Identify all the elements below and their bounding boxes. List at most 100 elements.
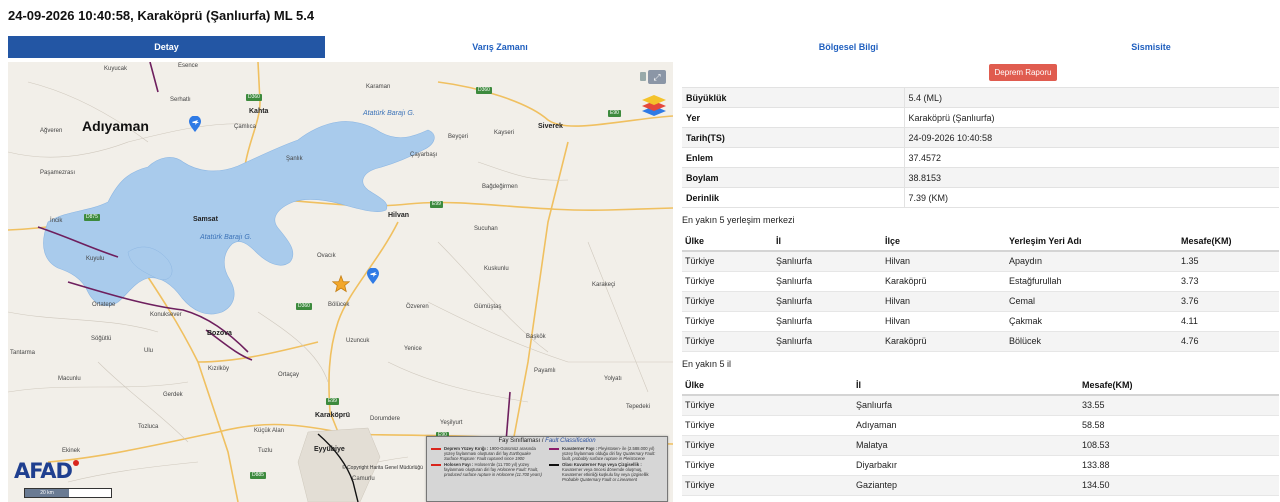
column-header: Ülke xyxy=(682,231,773,252)
road-shield: E99 xyxy=(326,398,339,405)
scale-bar: 20 km xyxy=(24,488,112,498)
map-label-kayseri: Kayseri xyxy=(494,130,515,136)
map-label-camlica: Çamlıca xyxy=(234,124,257,130)
map-label-sanlik: Şanlık xyxy=(286,156,303,162)
map-label-ulu: Ulu xyxy=(144,348,154,354)
detail-key: Yer xyxy=(682,107,904,128)
map-label-dorumdere: Dorumdere xyxy=(370,416,401,422)
nearest-settlements-title: En yakın 5 yerleşim merkezi xyxy=(682,215,795,225)
map-label-karaman: Karaman xyxy=(366,84,391,90)
column-header: Mesafe(KM) xyxy=(1178,231,1279,252)
column-header: İl xyxy=(853,375,1079,396)
table-row: Türkiye Malatya 108.53 xyxy=(682,435,1279,456)
cell: Gaziantep xyxy=(853,475,1079,496)
map-label-tozluca: Tozluca xyxy=(138,424,159,430)
detail-key: Tarih(TS) xyxy=(682,127,904,148)
map-label-ozveren: Özveren xyxy=(406,304,429,310)
table-row: Türkiye Gaziantep 134.50 xyxy=(682,475,1279,496)
cell: 133.88 xyxy=(1079,455,1279,476)
earthquake-map[interactable]: Adıyaman Kahta Samsat Hilvan Siverek Boz… xyxy=(8,62,673,502)
legend-item: Kuvaterner Fayı : Pleyistosen- ile (2.58… xyxy=(549,446,663,461)
detail-key: Büyüklük xyxy=(682,87,904,108)
earthquake-details-table: Büyüklük 5.4 (ML) Yer Karaköprü (Şanlıurfa… xyxy=(682,87,1279,208)
cell: Hilvan xyxy=(882,291,1006,312)
cell: Malatya xyxy=(853,435,1079,456)
map-label-beyceri: Beyçeri xyxy=(448,134,469,140)
map-label-tepedeki: Tepedeki xyxy=(626,404,651,410)
map-label-incik: İncik xyxy=(50,218,63,224)
map-label-karakopru: Karaköprü xyxy=(315,412,351,419)
map-label-yenice: Yenice xyxy=(404,346,422,352)
cell: Türkiye xyxy=(682,311,773,332)
road-shield: E90 xyxy=(608,110,621,117)
map-label-kucukalan: Küçük Alan xyxy=(254,428,285,434)
cell: Türkiye xyxy=(682,455,853,476)
cell: 3.76 xyxy=(1178,291,1279,312)
detail-row: Enlem 37.4572 xyxy=(682,147,1279,168)
map-label-uzuncuk: Uzuncuk xyxy=(346,338,370,344)
road-shield: D875 xyxy=(84,214,100,221)
table-row: Türkiye Şanlıurfa Hilvan Çakmak 4.11 xyxy=(682,311,1279,332)
afad-logo: AFAD xyxy=(14,459,79,483)
tab-bolgesel-bilgi[interactable]: Bölgesel Bilgi xyxy=(675,36,1022,58)
map-label-ortatepe: Ortatepe xyxy=(92,302,116,308)
nearest-provinces-title: En yakın 5 il xyxy=(682,359,732,369)
column-header: İlçe xyxy=(882,231,1006,252)
page-title: 24-09-2026 10:40:58, Karaköprü (Şanlıurf… xyxy=(8,8,315,23)
table-row: Türkiye Şanlıurfa Karaköprü Estağfurullah 3.… xyxy=(682,271,1279,292)
tab-detay[interactable]: Detay xyxy=(8,36,325,58)
cell: 134.50 xyxy=(1079,475,1279,496)
detail-row: Derinlik 7.39 (KM) xyxy=(682,187,1279,208)
cell: Şanlıurfa xyxy=(773,331,882,352)
detail-row: Yer Karaköprü (Şanlıurfa) xyxy=(682,107,1279,128)
table-row: Türkiye Şanlıurfa Hilvan Cemal 3.76 xyxy=(682,291,1279,312)
cell: Türkiye xyxy=(682,251,773,272)
earthquake-report-button[interactable]: Deprem Raporu xyxy=(989,64,1057,81)
cell: Hilvan xyxy=(882,311,1006,332)
map-label-bolucek: Bölücek xyxy=(328,302,350,308)
table-row: Türkiye Diyarbakır 133.88 xyxy=(682,455,1279,476)
minimize-control[interactable] xyxy=(640,72,646,81)
epicenter-star-icon[interactable] xyxy=(332,275,350,293)
map-label-tantarma: Tantarma xyxy=(10,350,36,356)
tab-bar: Detay Varış Zamanı Bölgesel Bilgi Sismis… xyxy=(8,36,1280,58)
cell: Hilvan xyxy=(882,251,1006,272)
cell: Adıyaman xyxy=(853,415,1079,436)
layers-icon[interactable] xyxy=(641,92,667,118)
table-row: Türkiye Adıyaman 58.58 xyxy=(682,415,1279,436)
map-label-eyyubiye: Eyyübiye xyxy=(314,446,345,453)
cell: 58.58 xyxy=(1079,415,1279,436)
column-header: İl xyxy=(773,231,882,252)
detail-key: Derinlik xyxy=(682,187,904,208)
cell: Türkiye xyxy=(682,415,853,436)
cell: Cemal xyxy=(1006,291,1178,312)
map-label-yesilyurt: Yeşilyurt xyxy=(440,420,463,426)
map-label-adiyaman: Adıyaman xyxy=(82,118,149,134)
airport-icon xyxy=(367,268,379,284)
cell: Türkiye xyxy=(682,475,853,496)
map-label-lake-2: Atatürk Barajı G. xyxy=(200,234,252,241)
map-label-kuskunlu: Kuskunlu xyxy=(484,266,509,272)
detail-row: Büyüklük 5.4 (ML) xyxy=(682,87,1279,108)
table-row: Türkiye Şanlıurfa 33.55 xyxy=(682,395,1279,416)
cell: Şanlıurfa xyxy=(773,311,882,332)
cell: Estağfurullah xyxy=(1006,271,1178,292)
map-label-kahta: Kahta xyxy=(249,108,269,115)
tab-varis-zamani[interactable]: Varış Zamanı xyxy=(325,36,675,58)
map-label-kizilkoy: Kızılköy xyxy=(208,366,230,372)
map-label-siverek: Siverek xyxy=(538,123,563,130)
detail-value: 24-09-2026 10:40:58 xyxy=(903,127,1279,148)
map-label-bagdegirmen: Bağdeğirmen xyxy=(482,184,518,190)
tab-sismisite[interactable]: Sismisite xyxy=(1022,36,1280,58)
road-shield: E99 xyxy=(430,201,443,208)
cell: Türkiye xyxy=(682,271,773,292)
road-shield: D885 xyxy=(250,472,266,479)
fullscreen-button[interactable]: ⤢ xyxy=(640,70,666,84)
cell: Türkiye xyxy=(682,291,773,312)
map-label-bozova: Bozova xyxy=(207,330,232,337)
map-label-agveren: Ağveren xyxy=(40,128,63,134)
map-label-sucuhan: Sucuhan xyxy=(474,226,498,232)
table-header-row: Ülke İl Mesafe(KM) xyxy=(682,375,1279,396)
nearest-provinces-table: Ülke İl Mesafe(KM) Türkiye Şanlıurfa 33.55… xyxy=(682,375,1279,496)
map-label-gumustas: Gümüştaş xyxy=(474,304,502,310)
